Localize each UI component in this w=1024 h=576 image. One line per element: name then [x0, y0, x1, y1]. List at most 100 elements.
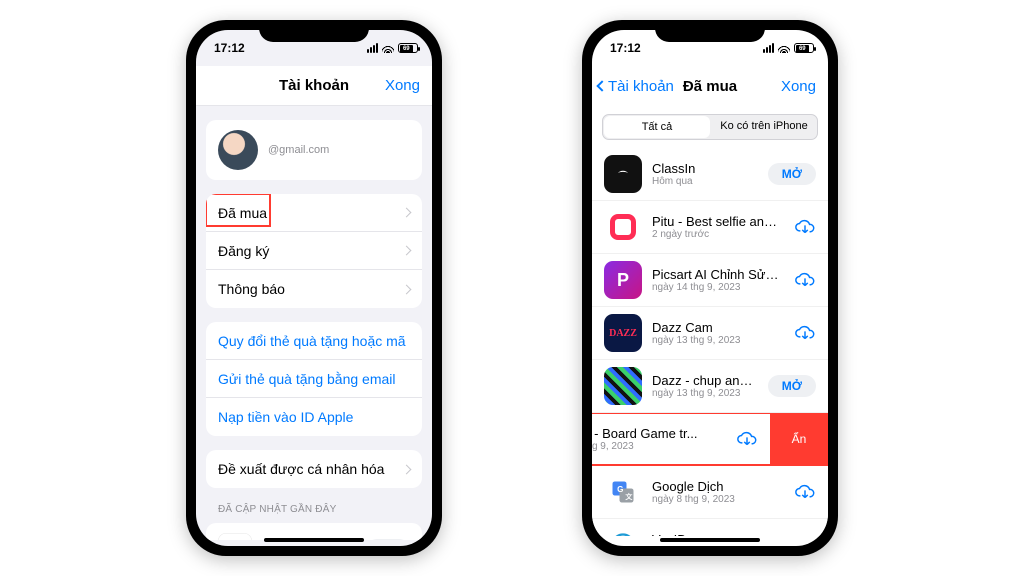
wifi-icon	[382, 43, 394, 53]
status-time: 17:12	[214, 41, 245, 55]
send-gift-label: Gửi thẻ quà tặng bằng email	[218, 371, 396, 387]
status-right: 69	[367, 43, 418, 53]
chevron-right-icon	[402, 464, 412, 474]
nav-back-button[interactable]: Tài khoản	[598, 78, 674, 95]
notifications-row[interactable]: Thông báo	[206, 270, 422, 308]
wifi-icon	[778, 43, 790, 53]
nav-back-label: Tài khoản	[608, 78, 674, 95]
app-icon: G文	[604, 473, 642, 511]
app-row-picsart[interactable]: P Picsart AI Chỉnh Sửa Ảnh ngày 14 thg 9…	[592, 254, 828, 307]
download-button[interactable]	[794, 534, 816, 536]
personalized-label: Đề xuất được cá nhân hóa	[218, 461, 384, 477]
app-icon: P	[604, 261, 642, 299]
app-date: ngày 13 thg 9, 2023	[652, 335, 784, 347]
open-button[interactable]: MỞ	[768, 375, 816, 397]
purchased-list[interactable]: ClassIn Hôm qua MỞ Pitu - Best selfie an…	[592, 148, 828, 536]
app-name: Dazz - chup anh dep	[652, 373, 758, 388]
svg-text:G: G	[617, 485, 623, 494]
hide-button[interactable]: Ẩn	[770, 413, 828, 465]
actions-group: Quy đổi thẻ quà tặng hoặc mã Gửi thẻ quà…	[206, 322, 422, 436]
purchased-row[interactable]: Đã mua	[206, 194, 422, 232]
personalized-group: Đề xuất được cá nhân hóa	[206, 450, 422, 488]
app-icon	[604, 526, 642, 536]
battery-icon: 69	[398, 43, 418, 53]
status-right: 69	[763, 43, 814, 53]
redeem-label: Quy đổi thẻ quà tặng hoặc mã	[218, 333, 406, 349]
send-gift-row[interactable]: Gửi thẻ quà tặng bằng email	[206, 360, 422, 398]
app-date: ngày 11 thg 9, 2023	[592, 441, 726, 453]
chevron-right-icon	[402, 246, 412, 256]
account-email: @gmail.com	[268, 144, 329, 156]
menu-group: Đã mua Đăng ký Thông báo	[206, 194, 422, 308]
account-row[interactable]: @gmail.com	[206, 120, 422, 180]
download-button[interactable]	[794, 269, 816, 291]
nav-title: Tài khoản	[279, 77, 349, 94]
app-name: WePlay - Board Game tr...	[592, 426, 726, 441]
notch	[259, 20, 369, 42]
app-row-pitu[interactable]: Pitu - Best selfie and PS... 2 ngày trướ…	[592, 201, 828, 254]
app-row-google-dich[interactable]: G文 Google Dịch ngày 8 thg 9, 2023	[592, 466, 828, 519]
subscriptions-row[interactable]: Đăng ký	[206, 232, 422, 270]
home-indicator[interactable]	[660, 538, 760, 542]
app-date: Hôm qua	[652, 176, 758, 188]
app-row-dazz[interactable]: Dazz - chup anh dep ngày 13 thg 9, 2023 …	[592, 360, 828, 413]
app-row-weplay[interactable]: WePlay - Board Game tr... ngày 11 thg 9,…	[592, 413, 770, 466]
content-left[interactable]: @gmail.com Đã mua Đăng ký Thông báo	[196, 106, 432, 540]
status-time: 17:12	[610, 41, 641, 55]
updates-header: ĐÃ CẬP NHẬT GẦN ĐÂY	[196, 488, 432, 519]
add-funds-row[interactable]: Nạp tiền vào ID Apple	[206, 398, 422, 436]
nav-done-button[interactable]: Xong	[385, 77, 420, 94]
app-icon	[604, 155, 642, 193]
phone-left: 17:12 69 Tài khoản Xong @gmail.com	[186, 20, 442, 556]
screen-left: 17:12 69 Tài khoản Xong @gmail.com	[196, 30, 432, 546]
app-icon	[604, 208, 642, 246]
chevron-right-icon	[402, 208, 412, 218]
open-button[interactable]: MỞ	[366, 539, 410, 540]
add-funds-label: Nạp tiền vào ID Apple	[218, 409, 353, 425]
purchased-label: Đã mua	[218, 205, 267, 221]
segment-not-on-device[interactable]: Ko có trên iPhone	[711, 115, 817, 139]
gmaps-icon	[218, 533, 252, 540]
personalized-row[interactable]: Đề xuất được cá nhân hóa	[206, 450, 422, 488]
open-button[interactable]: MỞ	[768, 163, 816, 185]
battery-icon: 69	[794, 43, 814, 53]
app-row-dazzcam[interactable]: DAZZ Dazz Cam ngày 13 thg 9, 2023	[592, 307, 828, 360]
signal-icon	[763, 43, 774, 53]
app-date: ngày 8 thg 9, 2023	[652, 494, 784, 506]
app-name: VssID	[652, 532, 784, 537]
download-button[interactable]	[794, 481, 816, 503]
app-name: Picsart AI Chỉnh Sửa Ảnh	[652, 267, 784, 282]
chevron-right-icon	[402, 284, 412, 294]
app-date: ngày 13 thg 9, 2023	[652, 388, 758, 400]
segment-all[interactable]: Tất cả	[604, 116, 710, 138]
app-name: Dazz Cam	[652, 320, 784, 335]
nav-bar: Tài khoản Xong	[196, 66, 432, 106]
download-button[interactable]	[736, 428, 758, 450]
app-icon: DAZZ	[604, 314, 642, 352]
nav-title: Đã mua	[683, 78, 737, 95]
app-name: ClassIn	[652, 161, 758, 176]
download-button[interactable]	[794, 216, 816, 238]
app-row-classin[interactable]: ClassIn Hôm qua MỞ	[592, 148, 828, 201]
account-group: @gmail.com	[206, 120, 422, 180]
nav-done-button[interactable]: Xong	[781, 78, 816, 95]
download-button[interactable]	[794, 322, 816, 344]
app-date: ngày 14 thg 9, 2023	[652, 282, 784, 294]
app-name: Pitu - Best selfie and PS...	[652, 214, 784, 229]
segment-control[interactable]: Tất cả Ko có trên iPhone	[602, 114, 818, 140]
app-date: 2 ngày trước	[652, 229, 784, 241]
notch	[655, 20, 765, 42]
subscriptions-label: Đăng ký	[218, 243, 269, 259]
screen-right: 17:12 69 Tài khoản Đã mua Xong Tất cả Ko…	[592, 30, 828, 546]
avatar	[218, 130, 258, 170]
app-row-vssid[interactable]: VssID ngày 7 thg 9, 2023	[592, 519, 828, 536]
app-name: Google Dịch	[652, 479, 784, 494]
svg-text:文: 文	[625, 492, 633, 501]
home-indicator[interactable]	[264, 538, 364, 542]
chevron-left-icon	[596, 80, 607, 91]
app-icon	[604, 367, 642, 405]
notifications-label: Thông báo	[218, 281, 285, 297]
signal-icon	[367, 43, 378, 53]
redeem-row[interactable]: Quy đổi thẻ quà tặng hoặc mã	[206, 322, 422, 360]
nav-bar: Tài khoản Đã mua Xong	[592, 66, 828, 106]
